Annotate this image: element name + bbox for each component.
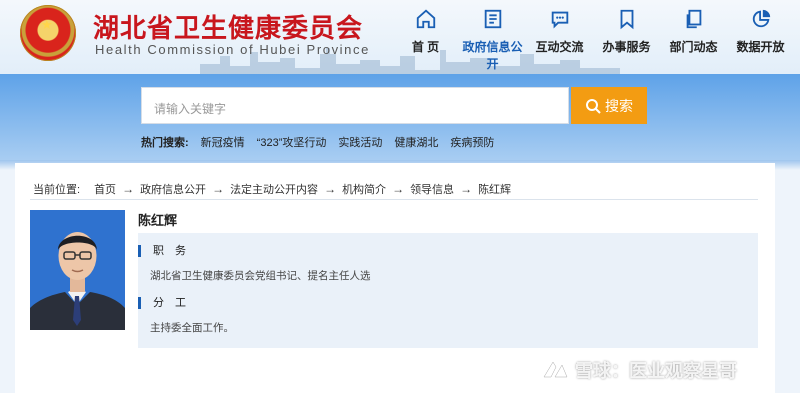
- nav-item-home[interactable]: 首 页: [392, 8, 459, 72]
- profile-name: 陈红辉: [138, 213, 178, 228]
- national-emblem-logo[interactable]: ★: [20, 5, 76, 61]
- site-subtitle-english: Health Commission of Hubei Province: [95, 42, 370, 57]
- hot-searches-label: 热门搜索:: [141, 137, 189, 149]
- section-body-position: 湖北省卫生健康委员会党组书记、提名主任人选: [150, 270, 371, 282]
- document-icon: [484, 9, 501, 29]
- section-title-duties: 分 工: [138, 297, 186, 309]
- hot-search-term[interactable]: 疾病预防: [450, 134, 494, 150]
- chat-icon: [551, 11, 568, 29]
- nav-item-label: 部门动态: [669, 40, 718, 54]
- hot-search-term[interactable]: “323”攻坚行动: [257, 134, 327, 150]
- breadcrumb-divider: [30, 199, 758, 200]
- nav-item-services[interactable]: 办事服务: [593, 8, 660, 72]
- breadcrumb-item[interactable]: 陈红辉: [478, 181, 511, 197]
- breadcrumb-item[interactable]: 首页: [94, 181, 116, 197]
- nav-item-label: 互动交流: [535, 40, 584, 54]
- arrow-right-icon: →: [122, 182, 135, 196]
- search-icon: [586, 98, 601, 114]
- arrow-right-icon: →: [460, 182, 473, 196]
- nav-item-label: 政府信息公开: [462, 40, 523, 71]
- breadcrumb-item[interactable]: 领导信息: [410, 181, 454, 197]
- nav-item-label: 首 页: [411, 40, 440, 54]
- profile-photo: [30, 210, 125, 330]
- site-title[interactable]: 湖北省卫生健康委员会: [93, 8, 363, 45]
- breadcrumb-item[interactable]: 机构简介: [342, 181, 386, 197]
- arrow-right-icon: →: [392, 182, 405, 196]
- nav-item-open-data[interactable]: 数据开放: [727, 8, 794, 72]
- copy-icon: [686, 9, 701, 29]
- breadcrumb: 当前位置: 首页 → 政府信息公开 → 法定主动公开内容 → 机构简介 → 领导…: [33, 181, 511, 197]
- breadcrumb-label: 当前位置:: [33, 184, 81, 196]
- home-icon: [416, 9, 435, 29]
- arrow-right-icon: →: [324, 182, 337, 196]
- portrait-image: [30, 210, 125, 330]
- bookmark-icon: [620, 9, 633, 30]
- breadcrumb-item[interactable]: 政府信息公开: [140, 181, 206, 197]
- hot-searches: 热门搜索: 新冠疫情 “323”攻坚行动 实践活动 健康湖北 疾病预防: [141, 134, 494, 150]
- snowball-logo-icon: [543, 361, 568, 378]
- pie-chart-icon: [752, 9, 770, 28]
- breadcrumb-item[interactable]: 法定主动公开内容: [230, 181, 318, 197]
- watermark-text: 雪球：医业观察星哥: [575, 361, 737, 381]
- search-button[interactable]: 搜索: [571, 87, 647, 124]
- nav-item-dept-news[interactable]: 部门动态: [660, 8, 727, 72]
- search-input[interactable]: 请输入关键字: [141, 87, 569, 124]
- hot-search-term[interactable]: 新冠疫情: [201, 134, 245, 150]
- nav-item-label: 数据开放: [736, 40, 785, 54]
- watermark: 雪球：医业观察星哥: [541, 357, 737, 383]
- nav-item-interaction[interactable]: 互动交流: [526, 8, 593, 72]
- search-button-label: 搜索: [605, 97, 633, 114]
- nav-item-gov-info[interactable]: 政府信息公开: [459, 8, 526, 72]
- nav-item-label: 办事服务: [602, 40, 651, 54]
- hot-search-term[interactable]: 实践活动: [338, 134, 382, 150]
- section-body-duties: 主持委全面工作。: [150, 322, 234, 334]
- hot-search-term[interactable]: 健康湖北: [394, 134, 438, 150]
- section-title-position: 职 务: [138, 245, 186, 257]
- arrow-right-icon: →: [212, 182, 225, 196]
- main-nav: 首 页 政府信息公开 互动交流 办事服务 部门动态 数据开放: [392, 8, 794, 72]
